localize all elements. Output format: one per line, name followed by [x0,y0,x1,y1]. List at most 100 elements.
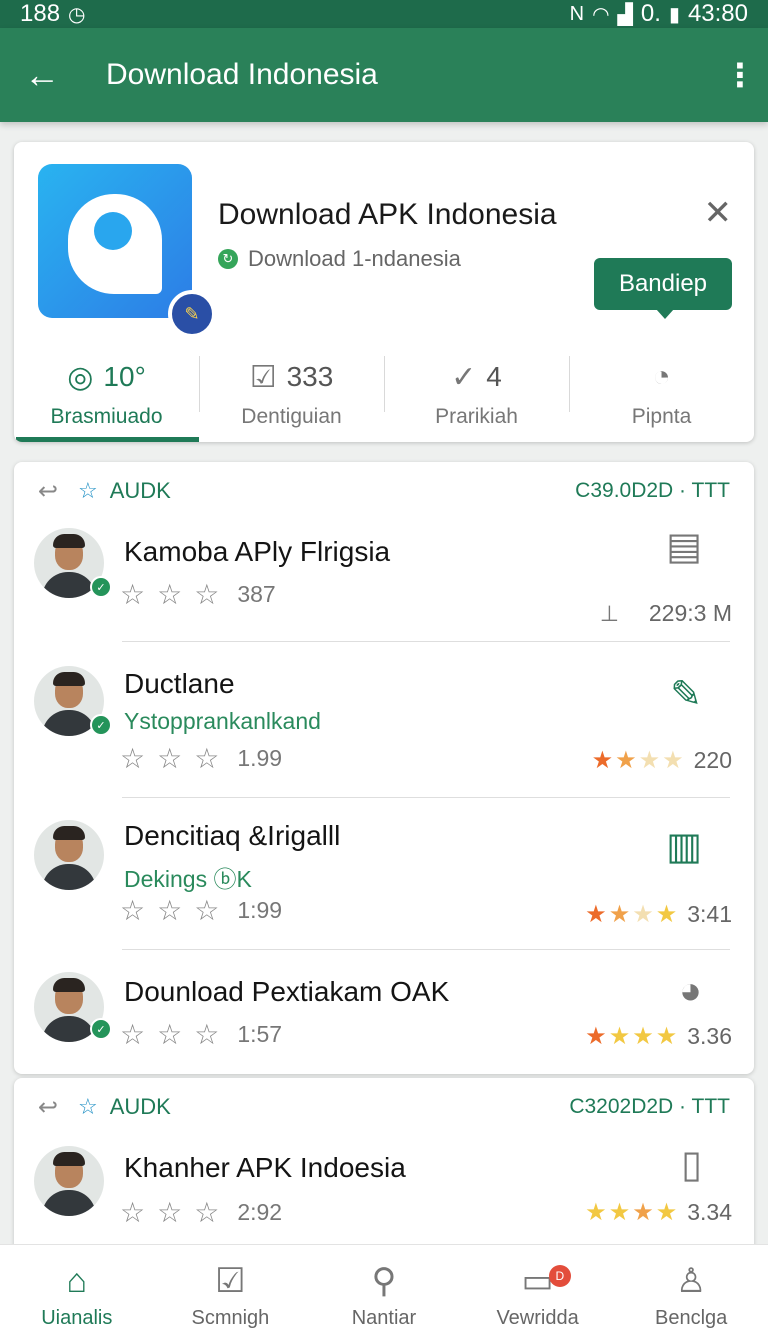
avatar [34,1146,104,1216]
verified-icon: ✓ [90,576,112,598]
app-list-section: ↩ ☆ AUDK C3202D2D · TTT Khanher APK Indo… [14,1078,754,1268]
section-header: ↩ ☆ AUDK C3202D2D · TTT [14,1092,754,1122]
status-left-text: 188 [20,0,61,27]
stat-value: 4 [486,361,502,392]
rating-value: 3.34 [687,1199,732,1225]
section-header: ↩ ☆ AUDK C39.0D2D · TTT [14,476,754,506]
rating-count: 1.99 [237,745,283,771]
signal-icon: ▟ [617,3,633,26]
section-code: C3202D2D · TTT [569,1095,730,1118]
empty-stars-icon: ☆☆☆ [120,1019,232,1050]
size-row: ⊥ 229:3 M [600,600,732,627]
empty-stars-icon: ☆☆☆ [120,895,232,926]
stats-tabs: ◎ 10° Brasmiuado ☑ 333 Dentiguian ✓ 4 Pr… [14,342,754,442]
item-name: Khanher APK Indoesia [124,1152,406,1183]
chat-icon: ▭ [521,1262,554,1300]
bottom-navigation: ⌂ Uianalis ☑ Scmnigh ⚲ Nantiar ▭ D Vewri… [0,1244,768,1344]
verified-icon: ✓ [90,714,112,736]
app-subtitle-row: ↻ Download 1-ndanesia [218,246,461,272]
rating-value: 220 [693,747,732,773]
rating-count: 2:92 [237,1199,283,1225]
rating-value: 3.36 [687,1023,732,1049]
gauge-icon: ◎ [67,360,94,394]
item-subtitle: Ystopprankanlkand [124,708,321,734]
star-icon: ☆ [78,478,98,503]
stat-label: Brasmiuado [50,405,163,428]
back-arrow-icon[interactable]: ← [24,54,68,96]
rating-row: ☆☆☆ 387 [120,578,276,611]
nav-item-profile[interactable]: ♙ Benclga [614,1245,768,1344]
reply-icon[interactable]: ↩ [38,1093,78,1122]
verified-badge-icon: ✎ [168,290,216,338]
more-options-icon[interactable]: ⋮ [724,56,756,94]
empty-stars-icon: ☆☆☆ [120,743,232,774]
app-title: Download APK Indonesia [218,198,557,231]
chart-icon: ☑ [249,360,277,394]
rating-value: 3:41 [687,901,732,927]
reply-icon[interactable]: ↩ [38,477,78,506]
stat-label: Prarikiah [435,405,518,428]
phone-icon: ▯ [681,1144,702,1186]
stat-tab-2[interactable]: ☑ 333 Dentiguian [199,342,384,442]
item-name: Dencitiaq &Irigalll [124,820,341,851]
status-time: 43:80 [687,0,748,27]
empty-stars-icon: ☆☆☆ [120,1197,232,1228]
stat-tab-4[interactable]: ◔ Pipnta [569,342,754,442]
list-item[interactable]: ✓ Dounload Pextiakam OAK ☆☆☆ 1:57 ◕ ★ ★ ★ ★… [14,950,754,1074]
page-title: Download Indonesia [106,58,378,91]
nav-label: Benclga [655,1307,728,1329]
stat-label: Dentiguian [241,405,342,428]
avatar [34,820,104,890]
rating-stars: ★ ★ ★ ★ 3.34 [585,1199,732,1226]
rating-row: ☆☆☆ 1.99 [120,742,282,775]
rating-stars: ★ ★ ★ ★ 3.36 [585,1023,732,1050]
rating-stars: ★ ★ ★ ★ 3:41 [585,901,732,928]
wifi-icon: ◠ [592,3,610,26]
section-tag: AUDK [109,478,171,503]
chart-icon: ☑ [215,1262,246,1300]
list-item[interactable]: ✓ Kamoba APly Flrigsia ☆☆☆ 387 ▤ ⊥ 229:3… [14,520,754,642]
download-icon: ⊥ [599,600,619,626]
notification-badge: D [548,1265,571,1287]
primary-action-button[interactable]: Bandiep [594,258,732,319]
document-icon: ▤ [666,526,702,568]
rating-row: ☆☆☆ 1:99 [120,894,282,927]
item-subtitle: Dekings ⓑK [124,866,252,892]
nav-label: Scmnigh [191,1307,270,1329]
nav-item-home[interactable]: ⌂ Uianalis [0,1245,154,1344]
app-header-card: ✎ Download APK Indonesia ↻ Download 1-nd… [14,142,754,442]
item-name: Ductlane [124,668,235,699]
section-code: C39.0D2D · TTT [575,479,730,502]
stat-tab-3[interactable]: ✓ 4 Prarikiah [384,342,569,442]
star-icon: ☆ [78,1094,98,1119]
item-name: Dounload Pextiakam OAK [124,976,450,1007]
timer-status-icon: ◷ [68,3,86,26]
nav-item-stats[interactable]: ☑ Scmnigh [154,1245,308,1344]
item-name: Kamoba APly Flrigsia [124,536,391,567]
brush-icon: ✎ [670,674,702,716]
stat-label: Pipnta [631,405,692,428]
item-size: 229:3 M [648,600,732,626]
status-bar: 188 ◷ Ν ◠ ▟ 0. ▮ 43:80 [0,0,768,28]
home-icon: ⌂ [66,1262,88,1300]
verified-icon: ✓ [90,1018,112,1040]
nav-label: Uianalis [41,1307,113,1329]
list-item[interactable]: Dencitiaq &Irigalll Dekings ⓑK ☆☆☆ 1:99 … [14,798,754,950]
nav-label: Vewridda [496,1307,579,1329]
battery-icon: ▮ [668,3,680,26]
rating-row: ☆☆☆ 2:92 [120,1196,282,1229]
rating-count: 387 [237,581,276,607]
rating-count: 1:99 [237,897,283,923]
app-bar: ← Download Indonesia ⋮ [0,28,768,122]
stat-value: 10° [103,361,146,392]
empty-stars-icon: ☆☆☆ [120,579,232,610]
app-logo: ✎ [38,164,216,338]
list-item[interactable]: ✓ Ductlane Ystopprankanlkand ☆☆☆ 1.99 ✎ … [14,642,754,798]
rating-count: 1:57 [237,1021,283,1047]
nav-item-search[interactable]: ⚲ Nantiar [307,1245,461,1344]
rating-stars: ★ ★ ★ ★ 220 [591,747,732,774]
stat-tab-1[interactable]: ◎ 10° Brasmiuado [14,342,199,442]
close-icon[interactable]: ✕ [704,196,733,230]
nav-item-messages[interactable]: ▭ D Vewridda [461,1245,615,1344]
nfc-icon: Ν [569,2,585,25]
